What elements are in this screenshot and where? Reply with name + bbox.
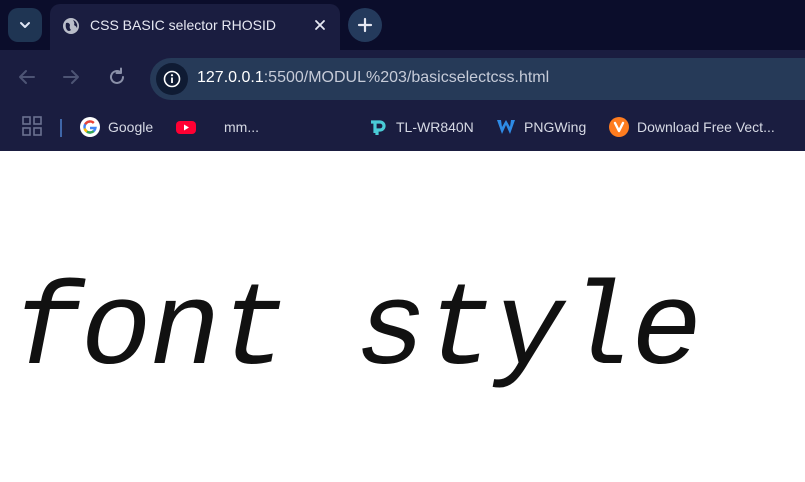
- info-icon: [163, 70, 181, 88]
- reload-icon[interactable]: [106, 66, 128, 88]
- vecteezy-icon: [609, 117, 629, 137]
- url-path: :5500/MODUL%203/basicselectcss.html: [263, 69, 550, 86]
- bookmark-label: TL-WR840N: [396, 119, 474, 135]
- bookmarks-divider: [60, 119, 62, 137]
- browser-chrome: CSS BASIC selector RHOSID 127.0.0.1:5500…: [0, 0, 805, 151]
- bookmark-vecteezy[interactable]: Download Free Vect...: [609, 116, 775, 138]
- tab-active[interactable]: CSS BASIC selector RHOSID: [50, 4, 340, 50]
- bookmark-google[interactable]: Google: [80, 116, 153, 138]
- forward-arrow-icon[interactable]: [60, 66, 82, 88]
- pngwing-icon: [497, 120, 515, 134]
- tab-strip: CSS BASIC selector RHOSID: [0, 0, 805, 50]
- tab-search-button[interactable]: [8, 8, 42, 42]
- font-style-heading: font style: [12, 266, 702, 399]
- plus-icon: [357, 17, 373, 33]
- bookmark-label: PNGWing: [524, 119, 587, 135]
- bookmark-mm[interactable]: mm...: [196, 116, 259, 138]
- bookmark-label: mm...: [224, 119, 259, 135]
- blank-icon: [196, 117, 216, 137]
- address-bar[interactable]: 127.0.0.1:5500/MODUL%203/basicselectcss.…: [150, 58, 805, 100]
- close-icon[interactable]: [312, 17, 328, 33]
- apps-grid-icon[interactable]: [22, 116, 42, 136]
- tp-link-icon: [371, 120, 386, 135]
- url-text: 127.0.0.1:5500/MODUL%203/basicselectcss.…: [197, 69, 549, 87]
- chevron-down-icon: [20, 22, 30, 28]
- globe-icon: [63, 18, 79, 34]
- google-icon: [80, 117, 100, 137]
- tab-title: CSS BASIC selector RHOSID: [90, 17, 276, 33]
- bookmark-pngwing[interactable]: PNGWing: [496, 116, 586, 138]
- site-info-button[interactable]: [156, 63, 188, 95]
- youtube-icon: [176, 121, 196, 134]
- toolbar: 127.0.0.1:5500/MODUL%203/basicselectcss.…: [0, 50, 805, 105]
- bookmark-tl-wr840n[interactable]: TL-WR840N: [368, 116, 474, 138]
- bookmarks-bar: Google mm... TL-WR840N PNGWing Download …: [0, 105, 805, 151]
- page-content: font style: [0, 151, 805, 482]
- new-tab-button[interactable]: [348, 8, 382, 42]
- bookmark-label: Google: [108, 119, 154, 135]
- bookmark-label: Download Free Vect...: [637, 119, 775, 135]
- url-host: 127.0.0.1: [197, 69, 264, 86]
- back-arrow-icon[interactable]: [16, 66, 38, 88]
